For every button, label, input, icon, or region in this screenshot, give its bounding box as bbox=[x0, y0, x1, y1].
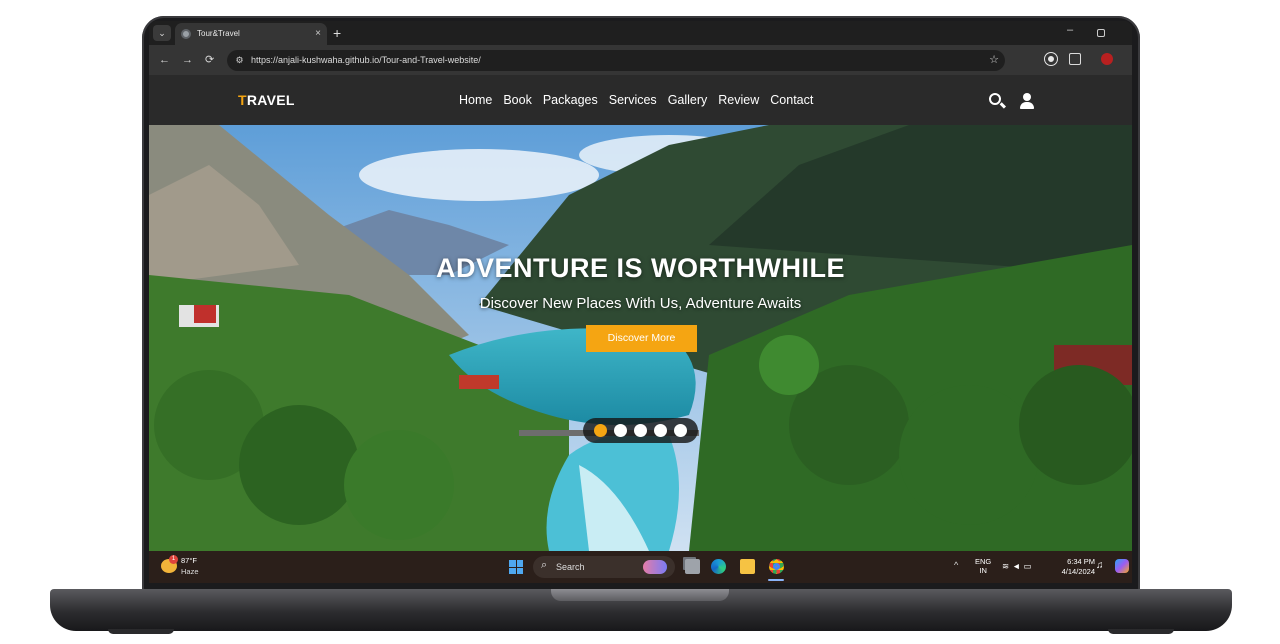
slide-dot-4[interactable] bbox=[654, 424, 667, 437]
chevron-up-icon[interactable]: ^ bbox=[954, 560, 958, 570]
user-icon[interactable] bbox=[1020, 93, 1034, 109]
maximize-button[interactable] bbox=[1097, 29, 1105, 37]
close-tab-icon[interactable]: × bbox=[315, 23, 321, 45]
nav-home[interactable]: Home bbox=[459, 75, 492, 125]
weather-badge: 1 bbox=[169, 555, 178, 564]
minimize-button[interactable]: – bbox=[1067, 24, 1073, 36]
bookmark-star-icon[interactable]: ☆ bbox=[989, 50, 999, 71]
file-explorer-icon[interactable] bbox=[740, 559, 755, 574]
search-icon[interactable] bbox=[989, 93, 1001, 105]
laptop-foot-left bbox=[108, 629, 174, 634]
clock-date: 4/14/2024 bbox=[1061, 567, 1095, 576]
search-highlight-icon bbox=[643, 560, 667, 574]
globe-icon bbox=[181, 29, 191, 39]
site-header: TRAVEL Home Book Packages Services Galle… bbox=[149, 75, 1132, 125]
nav-packages[interactable]: Packages bbox=[543, 75, 598, 125]
back-button[interactable]: ← bbox=[159, 52, 170, 68]
slide-dot-5[interactable] bbox=[674, 424, 687, 437]
taskbar-search-label: Search bbox=[556, 562, 585, 572]
laptop-screen: ⌄ Tour&Travel × + – ← → ⟳ ⚙ https://anja… bbox=[149, 21, 1132, 583]
hero-section: ADVENTURE IS WORTHWHILE Discover New Pla… bbox=[149, 125, 1132, 551]
clock[interactable]: 6:34 PM 4/14/2024 bbox=[1049, 557, 1095, 577]
region-code: IN bbox=[979, 566, 987, 575]
slide-dot-2[interactable] bbox=[614, 424, 627, 437]
hero-title: ADVENTURE IS WORTHWHILE bbox=[436, 253, 845, 283]
tab-title: Tour&Travel bbox=[197, 29, 240, 38]
laptop-notch bbox=[551, 589, 729, 601]
reload-button[interactable]: ⟳ bbox=[205, 52, 214, 68]
copilot-icon[interactable] bbox=[1115, 559, 1129, 573]
discover-more-button[interactable]: Discover More bbox=[586, 325, 697, 352]
laptop-foot-right bbox=[1108, 629, 1174, 634]
puzzle-extensions-icon[interactable] bbox=[1069, 53, 1081, 65]
weather-condition[interactable]: Haze bbox=[181, 567, 199, 576]
slider-dots bbox=[583, 418, 698, 443]
nav-contact[interactable]: Contact bbox=[770, 75, 813, 125]
nav-book[interactable]: Book bbox=[503, 75, 532, 125]
clock-time: 6:34 PM bbox=[1067, 557, 1095, 566]
windows-taskbar: 1 87°F Haze ⌕ Search ^ ENG IN ≋◄▭ 6:34 P… bbox=[149, 551, 1132, 583]
active-app-indicator bbox=[768, 579, 784, 581]
forward-button[interactable]: → bbox=[182, 52, 193, 68]
language-indicator[interactable]: ENG IN bbox=[975, 557, 991, 575]
weather-temperature[interactable]: 87°F bbox=[181, 556, 197, 565]
taskbar-search[interactable]: ⌕ Search bbox=[533, 556, 675, 578]
slide-dot-1[interactable] bbox=[594, 424, 607, 437]
logo-accent-letter: T bbox=[238, 92, 247, 108]
search-icon: ⌕ bbox=[541, 559, 548, 571]
main-nav: Home Book Packages Services Gallery Revi… bbox=[459, 75, 824, 125]
nav-gallery[interactable]: Gallery bbox=[668, 75, 708, 125]
edge-browser-icon[interactable] bbox=[711, 559, 726, 574]
nav-review[interactable]: Review bbox=[718, 75, 759, 125]
wifi-volume-battery-icons[interactable]: ≋◄▭ bbox=[1002, 561, 1035, 572]
browser-tab-bar: ⌄ Tour&Travel × + – bbox=[149, 21, 1132, 45]
site-info-icon[interactable]: ⚙ bbox=[233, 54, 246, 67]
browser-toolbar: ← → ⟳ ⚙ https://anjali-kushwaha.github.i… bbox=[149, 45, 1132, 75]
nav-services[interactable]: Services bbox=[609, 75, 657, 125]
site-logo[interactable]: TRAVEL bbox=[238, 75, 295, 125]
new-tab-button[interactable]: + bbox=[333, 23, 341, 43]
task-view-icon[interactable] bbox=[685, 559, 700, 574]
tab-search-menu-button[interactable]: ⌄ bbox=[153, 25, 171, 41]
profile-avatar-icon[interactable] bbox=[1101, 53, 1113, 65]
language-code: ENG bbox=[975, 557, 992, 566]
chrome-browser-icon[interactable] bbox=[769, 559, 784, 574]
slide-dot-3[interactable] bbox=[634, 424, 647, 437]
logo-text: RAVEL bbox=[246, 92, 295, 108]
notification-bell-icon[interactable]: ♫ bbox=[1096, 560, 1104, 571]
windows-start-icon[interactable] bbox=[509, 560, 523, 574]
extension-icon[interactable] bbox=[1045, 53, 1057, 65]
browser-tab[interactable]: Tour&Travel × bbox=[175, 23, 327, 45]
hero-subtitle: Discover New Places With Us, Adventure A… bbox=[479, 295, 802, 312]
url-text: https://anjali-kushwaha.github.io/Tour-a… bbox=[251, 55, 481, 65]
address-bar[interactable]: ⚙ https://anjali-kushwaha.github.io/Tour… bbox=[227, 50, 1005, 71]
